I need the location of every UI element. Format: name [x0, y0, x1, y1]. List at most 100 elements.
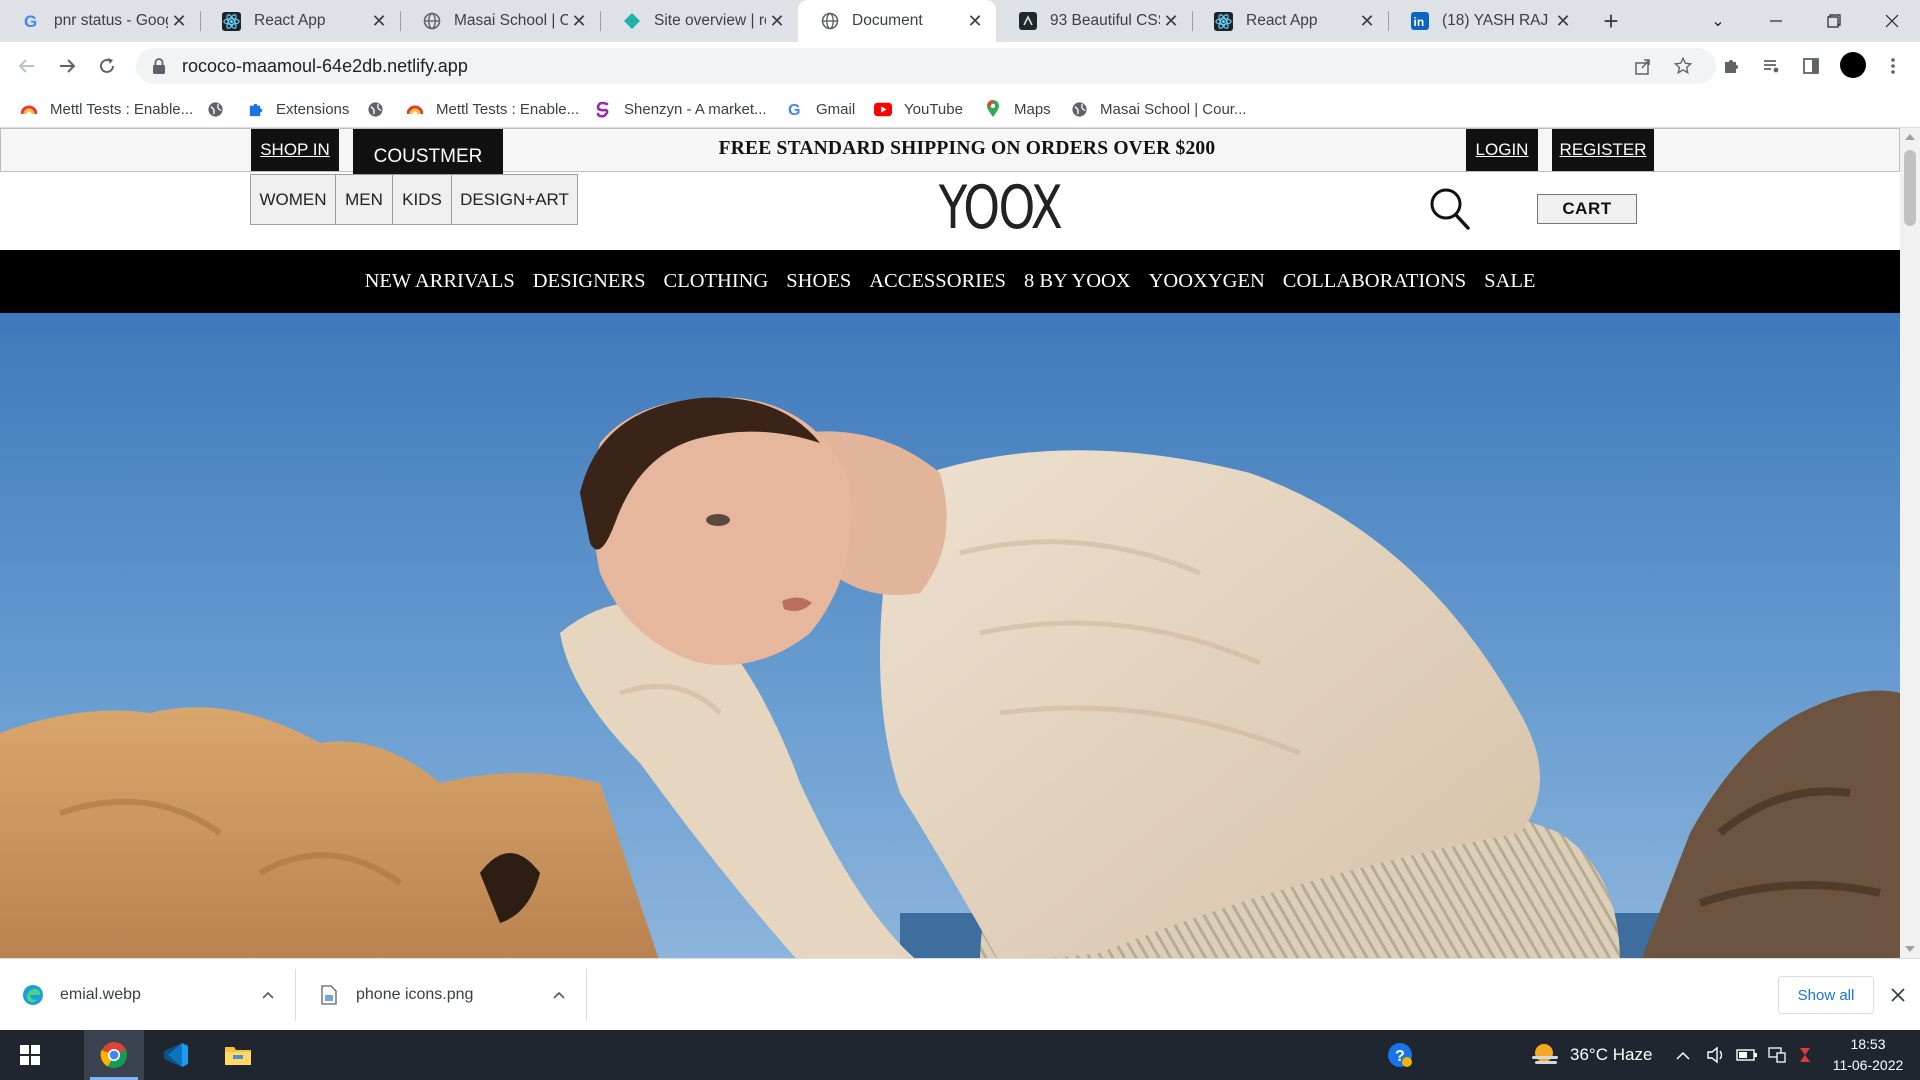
side-panel-icon[interactable]: [1796, 51, 1826, 81]
minimize-button[interactable]: [1748, 0, 1804, 42]
extensions-puzzle-icon[interactable]: [1716, 51, 1746, 81]
download-item[interactable]: phone icons.png: [318, 959, 573, 1031]
register-link[interactable]: REGISTER: [1552, 129, 1654, 171]
bookmark-item[interactable]: Mettl Tests : Enable...: [406, 97, 579, 121]
cart-button[interactable]: CART: [1537, 194, 1637, 224]
nav-item-new-arrivals[interactable]: NEW ARRIVALS: [365, 270, 515, 293]
bookmark-item[interactable]: Maps: [984, 97, 1051, 121]
close-downloads-icon[interactable]: [1886, 983, 1910, 1007]
show-all-downloads-button[interactable]: Show all: [1778, 976, 1874, 1014]
reload-button[interactable]: [92, 51, 122, 81]
netlify-icon: [622, 12, 641, 31]
bookmark-item[interactable]: Shenzyn - A market...: [594, 97, 767, 121]
close-tab-icon[interactable]: ✕: [1160, 10, 1182, 32]
media-queue-icon[interactable]: [1756, 51, 1786, 81]
profile-avatar[interactable]: [1840, 52, 1866, 78]
browser-tab[interactable]: Site overview | ro ✕: [600, 0, 798, 42]
site-logo[interactable]: YOOX: [939, 168, 1063, 248]
gender-tab-men[interactable]: MEN: [335, 174, 393, 225]
close-tab-icon[interactable]: ✕: [368, 10, 390, 32]
vscode-icon[interactable]: [146, 1030, 206, 1080]
close-tab-icon[interactable]: ✕: [168, 10, 190, 32]
globe-icon: [206, 100, 224, 118]
display-icon[interactable]: [1768, 1030, 1786, 1080]
gender-tab-design-art[interactable]: DESIGN+ART: [451, 174, 578, 225]
scroll-down-arrow-icon[interactable]: [1905, 946, 1915, 952]
volume-icon[interactable]: [1706, 1030, 1726, 1080]
weather-widget[interactable]: 36°C Haze: [1530, 1030, 1652, 1080]
battery-icon[interactable]: [1736, 1030, 1758, 1080]
taskbar-clock[interactable]: 18:53 11-06-2022: [1820, 1034, 1916, 1076]
chrome-icon[interactable]: [84, 1030, 144, 1080]
puzzle-icon: [246, 100, 264, 118]
login-link[interactable]: LOGIN: [1466, 129, 1538, 171]
edge-icon: [22, 984, 44, 1006]
chrome-menu-icon[interactable]: [1878, 51, 1908, 81]
bookmark-item[interactable]: Extensions: [246, 97, 349, 121]
close-tab-icon[interactable]: ✕: [1552, 10, 1574, 32]
download-item[interactable]: emial.webp: [22, 959, 277, 1031]
browser-tab[interactable]: React App ✕: [200, 0, 401, 42]
bookmark-item[interactable]: G Gmail: [786, 97, 855, 121]
browser-tab[interactable]: in (18) YASH RAJ | Li ✕: [1388, 0, 1584, 42]
tab-title: (18) YASH RAJ | Li: [1442, 12, 1552, 29]
scroll-up-arrow-icon[interactable]: [1905, 134, 1915, 140]
chevron-up-icon[interactable]: [262, 986, 274, 1004]
scrollbar-thumb[interactable]: [1904, 150, 1916, 226]
svg-text:in: in: [1413, 15, 1424, 29]
search-icon[interactable]: [1428, 186, 1472, 232]
close-window-button[interactable]: [1864, 0, 1920, 42]
nav-item-clothing[interactable]: CLOTHING: [664, 270, 769, 293]
chevron-up-icon[interactable]: [553, 986, 565, 1004]
tray-chevron-up-icon[interactable]: [1676, 1030, 1690, 1080]
tab-title: React App: [254, 12, 326, 29]
nav-item-accessories[interactable]: ACCESSORIES: [869, 270, 1006, 293]
gender-tab-women[interactable]: WOMEN: [250, 174, 336, 225]
bookmark-star-icon[interactable]: [1668, 51, 1698, 81]
tab-search-chevron-icon[interactable]: ⌄: [1690, 0, 1746, 42]
close-tab-icon[interactable]: ✕: [766, 10, 788, 32]
nav-item-collaborations[interactable]: COLLABORATIONS: [1283, 270, 1466, 293]
maps-icon: [984, 100, 1002, 118]
browser-tab[interactable]: React App ✕: [1192, 0, 1389, 42]
nav-item-designers[interactable]: DESIGNERS: [533, 270, 646, 293]
browser-tab[interactable]: Masai School | Co ✕: [400, 0, 601, 42]
bookmark-item[interactable]: [206, 97, 236, 121]
bookmark-item[interactable]: [366, 97, 396, 121]
mettl-icon: [406, 100, 424, 118]
close-tab-icon[interactable]: ✕: [964, 10, 986, 32]
help-icon[interactable]: ?: [1386, 1030, 1414, 1080]
bookmark-item[interactable]: Mettl Tests : Enable...: [20, 97, 193, 121]
new-tab-button[interactable]: +: [1596, 6, 1626, 36]
lock-icon: [152, 58, 166, 74]
svg-text:G: G: [24, 12, 37, 30]
nav-item-yooxygen[interactable]: YOOXYGEN: [1149, 270, 1265, 293]
hero-banner-image[interactable]: [0, 313, 1900, 958]
restore-button[interactable]: [1806, 0, 1862, 42]
bookmark-item[interactable]: Masai School | Cour...: [1070, 97, 1246, 121]
shop-in-link[interactable]: SHOP IN: [251, 129, 339, 171]
page-scrollbar[interactable]: [1900, 128, 1920, 958]
browser-tab[interactable]: G pnr status - Goog ✕: [0, 0, 201, 42]
nav-item-8-by-yoox[interactable]: 8 BY YOOX: [1024, 270, 1131, 293]
nav-item-shoes[interactable]: SHOES: [786, 270, 851, 293]
gender-tab-kids[interactable]: KIDS: [392, 174, 452, 225]
shipping-banner: FREE STANDARD SHIPPING ON ORDERS OVER $2…: [718, 138, 1216, 159]
windows-start-icon[interactable]: [0, 1030, 60, 1080]
address-bar[interactable]: rococo-maamoul-64e2db.netlify.app: [136, 48, 1716, 84]
svg-text:G: G: [787, 101, 799, 118]
weather-text: 36°C Haze: [1570, 1045, 1653, 1064]
globe-icon: [820, 12, 839, 31]
file-explorer-icon[interactable]: [208, 1030, 268, 1080]
bookmarks-bar: Mettl Tests : Enable... Extensions Mettl…: [0, 90, 1920, 128]
forward-button[interactable]: [52, 51, 82, 81]
close-tab-icon[interactable]: ✕: [1356, 10, 1378, 32]
close-tab-icon[interactable]: ✕: [568, 10, 590, 32]
app-tray-icon[interactable]: [1796, 1030, 1814, 1080]
nav-item-sale[interactable]: SALE: [1484, 270, 1535, 293]
bookmark-item[interactable]: YouTube: [874, 97, 963, 121]
browser-tab[interactable]: 93 Beautiful CSS b ✕: [996, 0, 1193, 42]
browser-tab-active[interactable]: Document ✕: [798, 0, 996, 42]
back-button[interactable]: [12, 51, 42, 81]
share-icon[interactable]: [1628, 51, 1658, 81]
